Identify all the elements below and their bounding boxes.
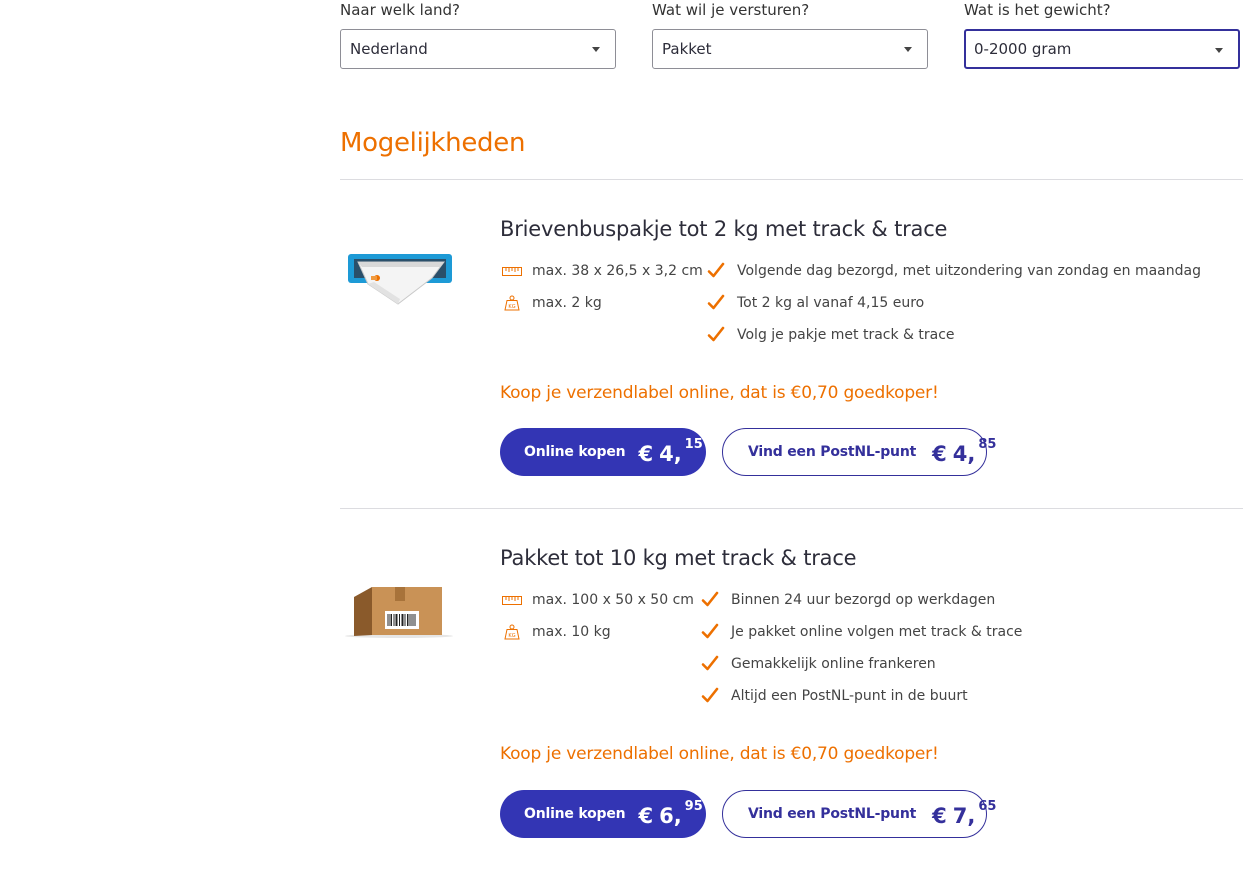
feature-item: Je pakket online volgen met track & trac…: [701, 623, 1022, 641]
spec-dimensions: max. 100 x 50 x 50 cm: [502, 592, 694, 608]
price: € 7, 65: [932, 799, 997, 829]
type-select[interactable]: Pakket: [652, 29, 928, 69]
cardboard-box-illustration: [345, 587, 453, 638]
currency-symbol: €: [638, 442, 654, 466]
feature-item: Volg je pakje met track & trace: [707, 326, 955, 344]
feature-text: Je pakket online volgen met track & trac…: [731, 624, 1023, 640]
feature-item: Volgende dag bezorgd, met uitzondering v…: [707, 262, 1201, 280]
checkmark-icon: [701, 591, 719, 609]
price: € 4, 15: [638, 437, 703, 467]
chevron-down-icon: [1215, 48, 1223, 53]
currency-symbol: €: [932, 804, 947, 828]
spec-text: max. 100 x 50 x 50 cm: [532, 592, 694, 608]
price-euros: 6,: [659, 804, 682, 828]
feature-item: Altijd een PostNL-punt in de buurt: [701, 687, 968, 705]
checkmark-icon: [707, 326, 725, 344]
feature-text: Tot 2 kg al vanaf 4,15 euro: [737, 295, 925, 311]
promo-text: Koop je verzendlabel online, dat is €0,7…: [500, 383, 939, 403]
buy-online-button[interactable]: Online kopen € 6, 95: [500, 790, 706, 838]
divider: [340, 508, 1243, 509]
spec-text: max. 2 kg: [532, 295, 602, 311]
product-title: Pakket tot 10 kg met track & trace: [500, 546, 857, 570]
ruler-icon: [502, 263, 522, 279]
currency-symbol: €: [932, 442, 947, 466]
checkmark-icon: [701, 655, 719, 673]
currency-symbol: €: [638, 804, 654, 828]
feature-item: Tot 2 kg al vanaf 4,15 euro: [707, 294, 924, 312]
price-cents: 85: [978, 437, 997, 452]
button-label: Vind een PostNL-punt: [748, 444, 917, 460]
checkmark-icon: [707, 262, 725, 280]
feature-text: Binnen 24 uur bezorgd op werkdagen: [731, 592, 996, 608]
button-label: Online kopen: [524, 806, 626, 822]
country-label: Naar welk land?: [340, 1, 461, 19]
price-cents: 15: [684, 437, 703, 452]
price-euros: 7,: [952, 804, 976, 828]
button-label: Online kopen: [524, 444, 626, 460]
spec-text: max. 10 kg: [532, 624, 611, 640]
find-postnl-point-button[interactable]: Vind een PostNL-punt € 7, 65: [722, 790, 996, 838]
divider: [340, 179, 1243, 180]
checkmark-icon: [707, 294, 725, 312]
type-value: Pakket: [662, 40, 712, 58]
country-value: Nederland: [350, 40, 428, 58]
spec-weight: KG max. 10 kg: [502, 624, 611, 640]
type-label: Wat wil je versturen?: [652, 1, 810, 19]
chevron-down-icon: [592, 47, 600, 52]
ruler-icon: [502, 592, 522, 608]
feature-text: Altijd een PostNL-punt in de buurt: [731, 688, 968, 704]
price: € 6, 95: [638, 799, 703, 829]
chevron-down-icon: [904, 47, 912, 52]
section-title: Mogelijkheden: [340, 128, 526, 158]
weight-kg-icon: KG: [502, 295, 522, 311]
weight-filter: Wat is het gewicht? 0-2000 gram: [964, 0, 1240, 69]
svg-text:KG: KG: [508, 304, 515, 310]
price: € 4, 85: [932, 437, 997, 467]
price-euros: 4,: [952, 442, 976, 466]
spec-text: max. 38 x 26,5 x 3,2 cm: [532, 263, 703, 279]
country-filter: Naar welk land? Nederland: [340, 0, 616, 69]
feature-text: Volgende dag bezorgd, met uitzondering v…: [737, 263, 1201, 279]
product-title: Brievenbuspakje tot 2 kg met track & tra…: [500, 217, 948, 241]
button-label: Vind een PostNL-punt: [748, 806, 917, 822]
find-postnl-point-button[interactable]: Vind een PostNL-punt € 4, 85: [722, 428, 996, 476]
country-select[interactable]: Nederland: [340, 29, 616, 69]
price-euros: 4,: [659, 442, 682, 466]
weight-value: 0-2000 gram: [974, 40, 1072, 58]
weight-label: Wat is het gewicht?: [964, 1, 1111, 19]
price-cents: 65: [978, 799, 997, 814]
spec-dimensions: max. 38 x 26,5 x 3,2 cm: [502, 263, 703, 279]
feature-item: Gemakkelijk online frankeren: [701, 655, 936, 673]
checkmark-icon: [701, 623, 719, 641]
feature-text: Gemakkelijk online frankeren: [731, 656, 936, 672]
weight-select[interactable]: 0-2000 gram: [964, 29, 1240, 69]
price-cents: 95: [684, 799, 703, 814]
spec-weight: KG max. 2 kg: [502, 295, 602, 311]
promo-text: Koop je verzendlabel online, dat is €0,7…: [500, 744, 939, 764]
type-filter: Wat wil je versturen? Pakket: [652, 0, 928, 69]
feature-item: Binnen 24 uur bezorgd op werkdagen: [701, 591, 995, 609]
checkmark-icon: [701, 687, 719, 705]
svg-text:KG: KG: [508, 633, 515, 639]
mailbox-package-illustration: [348, 254, 452, 305]
buy-online-button[interactable]: Online kopen € 4, 15: [500, 428, 706, 476]
feature-text: Volg je pakje met track & trace: [737, 327, 955, 343]
weight-kg-icon: KG: [502, 624, 522, 640]
